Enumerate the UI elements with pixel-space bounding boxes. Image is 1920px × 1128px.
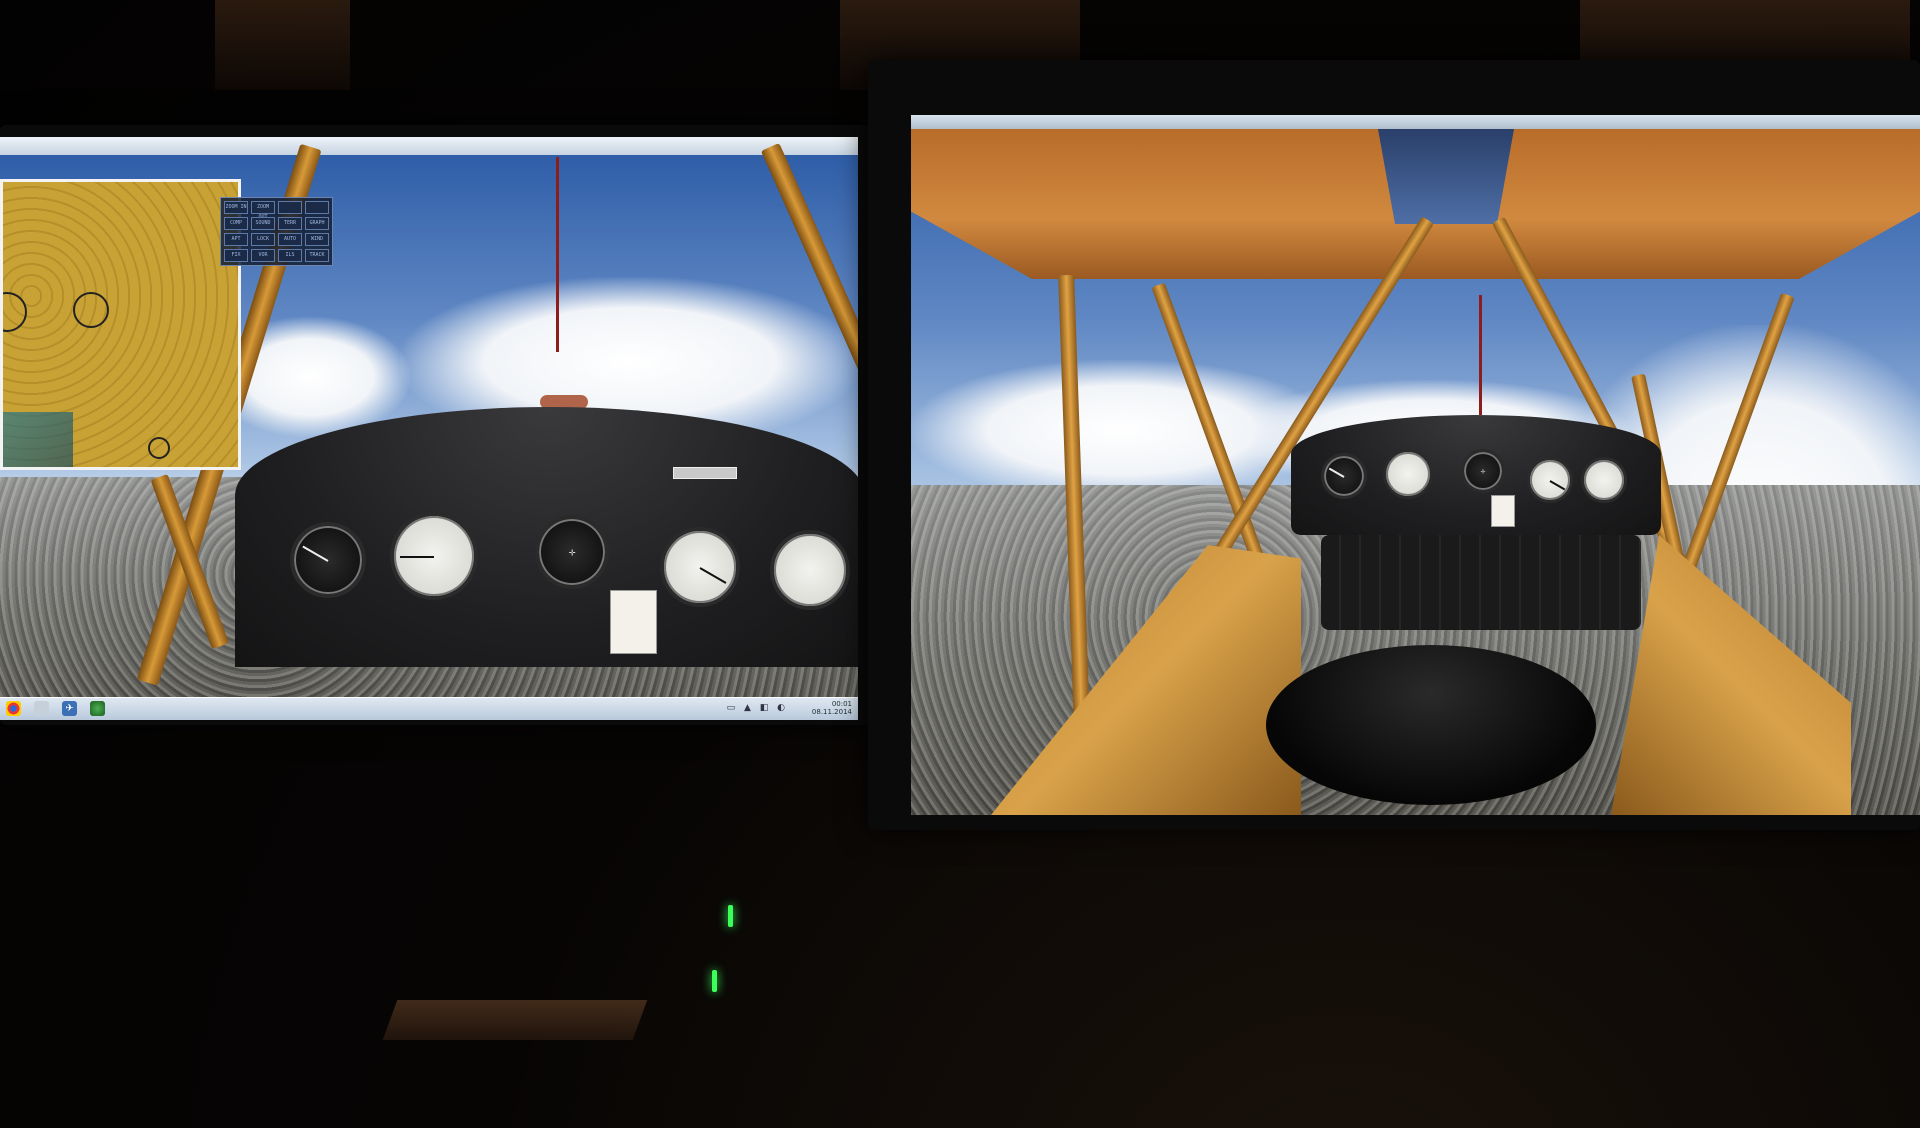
app-icon[interactable] xyxy=(34,701,49,716)
clock-time: 00:01 xyxy=(831,700,852,708)
panel-button[interactable]: TERR xyxy=(278,217,302,230)
panel-button[interactable]: AUTO xyxy=(278,233,302,246)
panel-button[interactable]: TRACK xyxy=(305,249,329,262)
browser-icon[interactable] xyxy=(90,701,105,716)
status-led xyxy=(728,905,733,927)
left-screen[interactable]: ✛ ZOOM IN ZOOM OUT COMP SOUND TERR GRAPH… xyxy=(0,137,858,720)
altimeter xyxy=(1383,449,1433,499)
panel-button[interactable]: SOUND xyxy=(251,217,275,230)
panel-button[interactable]: ILS xyxy=(278,249,302,262)
checklist-placard xyxy=(610,590,657,654)
status-led xyxy=(712,970,717,992)
panel-button[interactable]: APT xyxy=(224,233,248,246)
checklist-placard xyxy=(1491,495,1515,527)
altimeter xyxy=(390,512,478,600)
flight-sim-icon[interactable]: ✈ xyxy=(62,701,77,716)
cabin-floor-panel xyxy=(1321,535,1641,630)
window-titlebar[interactable] xyxy=(0,137,858,155)
clock-date: 08.11.2014 xyxy=(811,708,852,716)
instrument-panel: ✛ xyxy=(1291,415,1661,535)
wall-panel xyxy=(215,0,350,90)
tachometer xyxy=(660,527,740,607)
map-airspace-circle xyxy=(73,292,109,328)
window-titlebar[interactable] xyxy=(911,115,1920,129)
magnetic-compass: ✛ xyxy=(535,515,609,589)
pilot-seat xyxy=(1266,645,1596,805)
panel-button[interactable]: VOR xyxy=(251,249,275,262)
panel-nameplate xyxy=(673,467,737,479)
panel-button[interactable]: LOCK xyxy=(251,233,275,246)
sectional-map-window[interactable] xyxy=(0,179,241,470)
panel-button[interactable] xyxy=(305,201,329,214)
right-screen[interactable]: ✛ xyxy=(911,115,1920,815)
map-airspace-circle xyxy=(3,292,27,332)
panel-button[interactable]: FIX xyxy=(224,249,248,262)
panel-button[interactable]: WIND xyxy=(305,233,329,246)
panel-button[interactable]: COMP xyxy=(224,217,248,230)
right-monitor: ✛ xyxy=(868,60,1920,830)
instrument-panel: ✛ xyxy=(235,407,858,667)
taskbar: ✈ ▭ ▲ ◧ ◐ 00:01 08.11.2014 xyxy=(0,697,858,720)
map-airspace-circle xyxy=(148,437,170,459)
panel-button[interactable]: ZOOM OUT xyxy=(251,201,275,220)
oil-gauge xyxy=(770,530,850,610)
system-tray[interactable]: ▭ ▲ ◧ ◐ xyxy=(727,703,788,713)
antenna xyxy=(1479,295,1482,415)
panel-button[interactable]: ZOOM IN xyxy=(224,201,248,214)
taskbar-clock[interactable]: 00:01 08.11.2014 xyxy=(812,700,852,716)
panel-button[interactable]: GRAPH xyxy=(305,217,329,230)
airspeed-indicator xyxy=(290,522,366,598)
control-panel: ZOOM IN ZOOM OUT COMP SOUND TERR GRAPH A… xyxy=(220,197,333,266)
panel-button[interactable] xyxy=(278,201,302,214)
left-monitor: ✛ ZOOM IN ZOOM OUT COMP SOUND TERR GRAPH… xyxy=(0,125,870,725)
chrome-icon[interactable] xyxy=(6,701,21,716)
tachometer xyxy=(1527,457,1573,503)
map-terrain xyxy=(3,412,73,467)
airspeed-indicator xyxy=(1321,453,1367,499)
antenna xyxy=(556,157,559,352)
oil-gauge xyxy=(1581,457,1627,503)
magnetic-compass: ✛ xyxy=(1461,449,1505,493)
desk-shelf xyxy=(382,1000,648,1040)
